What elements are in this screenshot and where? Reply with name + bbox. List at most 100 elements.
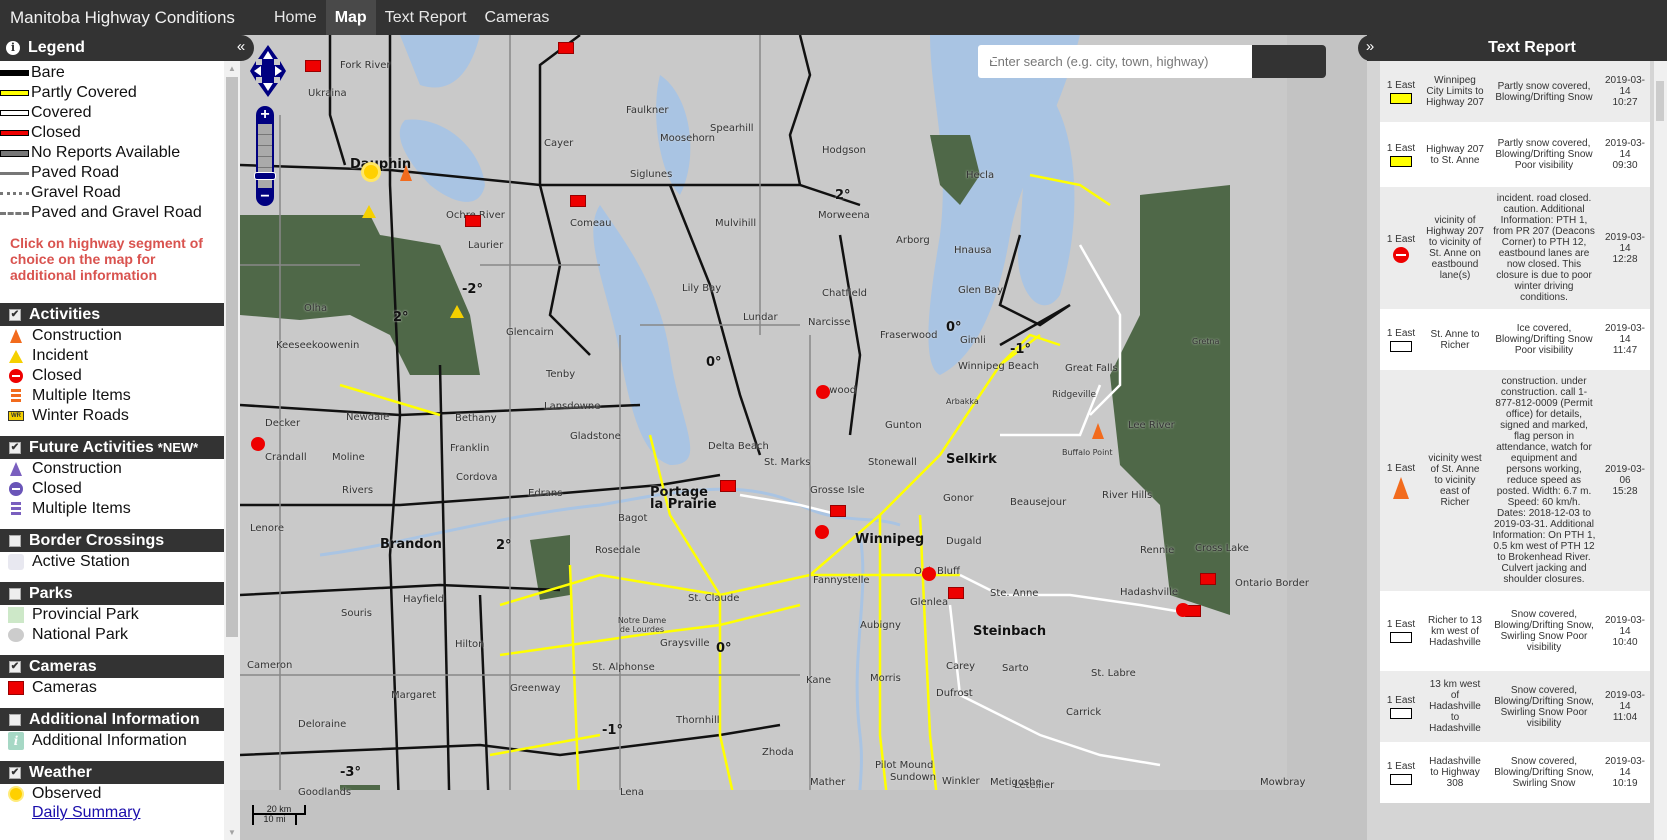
camera-marker-icon[interactable] bbox=[570, 195, 586, 207]
report-scrollbar-thumb[interactable] bbox=[1656, 81, 1664, 121]
construction-cone-icon bbox=[10, 329, 22, 343]
covered-swatch-icon bbox=[0, 110, 29, 116]
collapse-report-button[interactable]: » bbox=[1358, 35, 1382, 61]
highway-cell: 1 East bbox=[1380, 695, 1422, 719]
place-label: Notre Dame de Lourdes bbox=[617, 616, 667, 634]
section-additional-info[interactable]: Additional Information bbox=[0, 708, 224, 731]
checkbox-future-activities[interactable]: ✔ bbox=[9, 441, 21, 454]
construction-marker-icon[interactable] bbox=[1092, 423, 1104, 439]
sun-icon bbox=[10, 788, 22, 800]
camera-marker-icon[interactable] bbox=[558, 42, 574, 54]
legend-sidebar: i Legend « Bare Partly Covered Covered C… bbox=[0, 35, 254, 840]
checkbox-cameras[interactable]: ✔ bbox=[9, 660, 21, 673]
search-input[interactable] bbox=[978, 45, 1252, 78]
place-label: Beausejour bbox=[1010, 497, 1067, 508]
place-label: Pilot Mound bbox=[875, 760, 934, 771]
closed-marker-icon[interactable] bbox=[815, 525, 829, 539]
place-label: Graysville bbox=[660, 638, 710, 649]
checkbox-additional-info[interactable] bbox=[9, 713, 21, 726]
map-out-of-range bbox=[1287, 35, 1367, 840]
description-cell: Snow covered, Blowing/Drifting Snow, Swi… bbox=[1494, 609, 1594, 653]
legend-label: Paved Road bbox=[31, 164, 120, 181]
incident-marker-icon[interactable] bbox=[362, 205, 376, 218]
daily-summary-link[interactable]: Daily Summary bbox=[0, 804, 224, 824]
place-label: Deloraine bbox=[298, 719, 347, 730]
paved-gravel-line-icon bbox=[0, 211, 29, 215]
checkbox-border-crossings[interactable] bbox=[9, 534, 21, 547]
location-cell: St. Anne to Richer bbox=[1430, 328, 1480, 351]
legend-scrollbar[interactable]: ▲ ▼ bbox=[224, 61, 240, 840]
main-nav: Home Map Text Report Cameras bbox=[265, 0, 558, 35]
closed-swatch-icon bbox=[0, 130, 29, 136]
place-label: Franklin bbox=[450, 443, 490, 454]
place-label: Edrans bbox=[528, 488, 563, 499]
scrollbar-thumb[interactable] bbox=[226, 77, 238, 637]
weather-observed: Observed bbox=[0, 784, 224, 804]
closed-marker-icon[interactable] bbox=[1176, 603, 1190, 617]
report-row[interactable]: 1 East Winnipeg City Limits to Highway 20… bbox=[1380, 61, 1650, 122]
paved-roads bbox=[240, 35, 811, 835]
zoom-slider-handle[interactable] bbox=[254, 172, 276, 180]
report-scrollbar[interactable] bbox=[1654, 61, 1667, 840]
checkbox-activities[interactable]: ✔ bbox=[9, 308, 21, 321]
incident-marker-icon[interactable] bbox=[450, 305, 464, 318]
nav-text-report[interactable]: Text Report bbox=[376, 0, 476, 35]
nav-map[interactable]: Map bbox=[325, 0, 376, 35]
legend-notice: Click on highway segment of choice on th… bbox=[10, 235, 203, 283]
closed-marker-icon[interactable] bbox=[816, 385, 830, 399]
report-row[interactable]: 1 East vicinity of Highway 207 to vicinit… bbox=[1380, 187, 1650, 309]
place-label: Winnipeg bbox=[855, 532, 925, 547]
section-border-crossings[interactable]: Border Crossings bbox=[0, 529, 224, 552]
section-activities[interactable]: ✔ Activities bbox=[0, 303, 224, 326]
report-date: 2019-03-14 bbox=[1604, 231, 1646, 254]
description-cell: Snow covered, Blowing/Drifting Snow, Swi… bbox=[1494, 756, 1594, 789]
place-label: St. Labre bbox=[1091, 668, 1136, 679]
scroll-up-arrow-icon[interactable]: ▲ bbox=[228, 64, 236, 73]
checkbox-weather[interactable]: ✔ bbox=[9, 766, 21, 779]
camera-marker-icon[interactable] bbox=[948, 587, 964, 599]
camera-marker-icon[interactable] bbox=[830, 505, 846, 517]
report-row[interactable]: 1 East 13 km west of Hadashville to Hadas… bbox=[1380, 671, 1650, 742]
zoom-out-button[interactable]: − bbox=[256, 188, 274, 206]
place-label: Dufrost bbox=[936, 688, 973, 699]
report-row[interactable]: 1 East St. Anne to Richer Ice covered, Blo… bbox=[1380, 309, 1650, 370]
place-label: Newdale bbox=[346, 412, 390, 423]
camera-marker-icon[interactable] bbox=[720, 480, 736, 492]
place-label: Bethany bbox=[455, 413, 497, 424]
map-canvas[interactable]: Fork River Ukraina Dauphin Ochre River L… bbox=[240, 35, 1367, 840]
report-row[interactable]: 1 East Highway 207 to St. Anne Partly snow… bbox=[1380, 122, 1650, 187]
location-cell: vicinity of Highway 207 to vicinity of S… bbox=[1426, 215, 1484, 281]
highway-cell: 1 East bbox=[1380, 80, 1422, 104]
text-report-panel: Text Report 1 East Winnipeg City Limits t… bbox=[1367, 35, 1667, 840]
report-row[interactable]: 1 East vicinity west of St. Anne to vicin… bbox=[1380, 370, 1650, 591]
closed-marker-icon[interactable] bbox=[251, 437, 265, 451]
camera-marker-icon[interactable] bbox=[305, 60, 321, 72]
highway-name: 1 East bbox=[1386, 619, 1416, 630]
report-row[interactable]: 1 East Hadashville to Highway 308 Snow cov… bbox=[1380, 742, 1650, 803]
app-title[interactable]: Manitoba Highway Conditions bbox=[0, 8, 265, 28]
checkbox-parks[interactable] bbox=[9, 587, 21, 600]
legend-closed: Closed bbox=[0, 123, 224, 143]
camera-marker-icon[interactable] bbox=[1200, 573, 1216, 585]
report-row[interactable]: 1 East Richer to 13 km west of Hadashvill… bbox=[1380, 591, 1650, 671]
scroll-down-arrow-icon[interactable]: ▼ bbox=[228, 828, 236, 837]
section-weather[interactable]: ✔ Weather bbox=[0, 761, 224, 784]
section-future-activities[interactable]: ✔ Future Activities *NEW* bbox=[0, 436, 224, 459]
parks-national: National Park bbox=[0, 625, 224, 645]
construction-marker-icon[interactable] bbox=[400, 165, 412, 181]
weather-sun-marker-icon[interactable] bbox=[364, 165, 378, 179]
nav-cameras[interactable]: Cameras bbox=[476, 0, 559, 35]
section-parks[interactable]: Parks bbox=[0, 582, 224, 605]
report-time: 10:19 bbox=[1612, 778, 1638, 789]
collapse-legend-button[interactable]: « bbox=[228, 35, 254, 61]
place-label: Crandall bbox=[265, 452, 307, 463]
nav-home[interactable]: Home bbox=[265, 0, 326, 35]
camera-marker-icon[interactable] bbox=[465, 215, 481, 227]
partly-covered-condition-icon bbox=[1390, 92, 1412, 104]
zoom-in-button[interactable]: + bbox=[256, 106, 274, 124]
section-cameras[interactable]: ✔ Cameras bbox=[0, 655, 224, 678]
place-label: Keeseekoowenin bbox=[276, 340, 360, 351]
place-label: River Hills bbox=[1102, 490, 1153, 501]
search-button[interactable] bbox=[978, 45, 1326, 78]
closed-marker-icon[interactable] bbox=[922, 567, 936, 581]
